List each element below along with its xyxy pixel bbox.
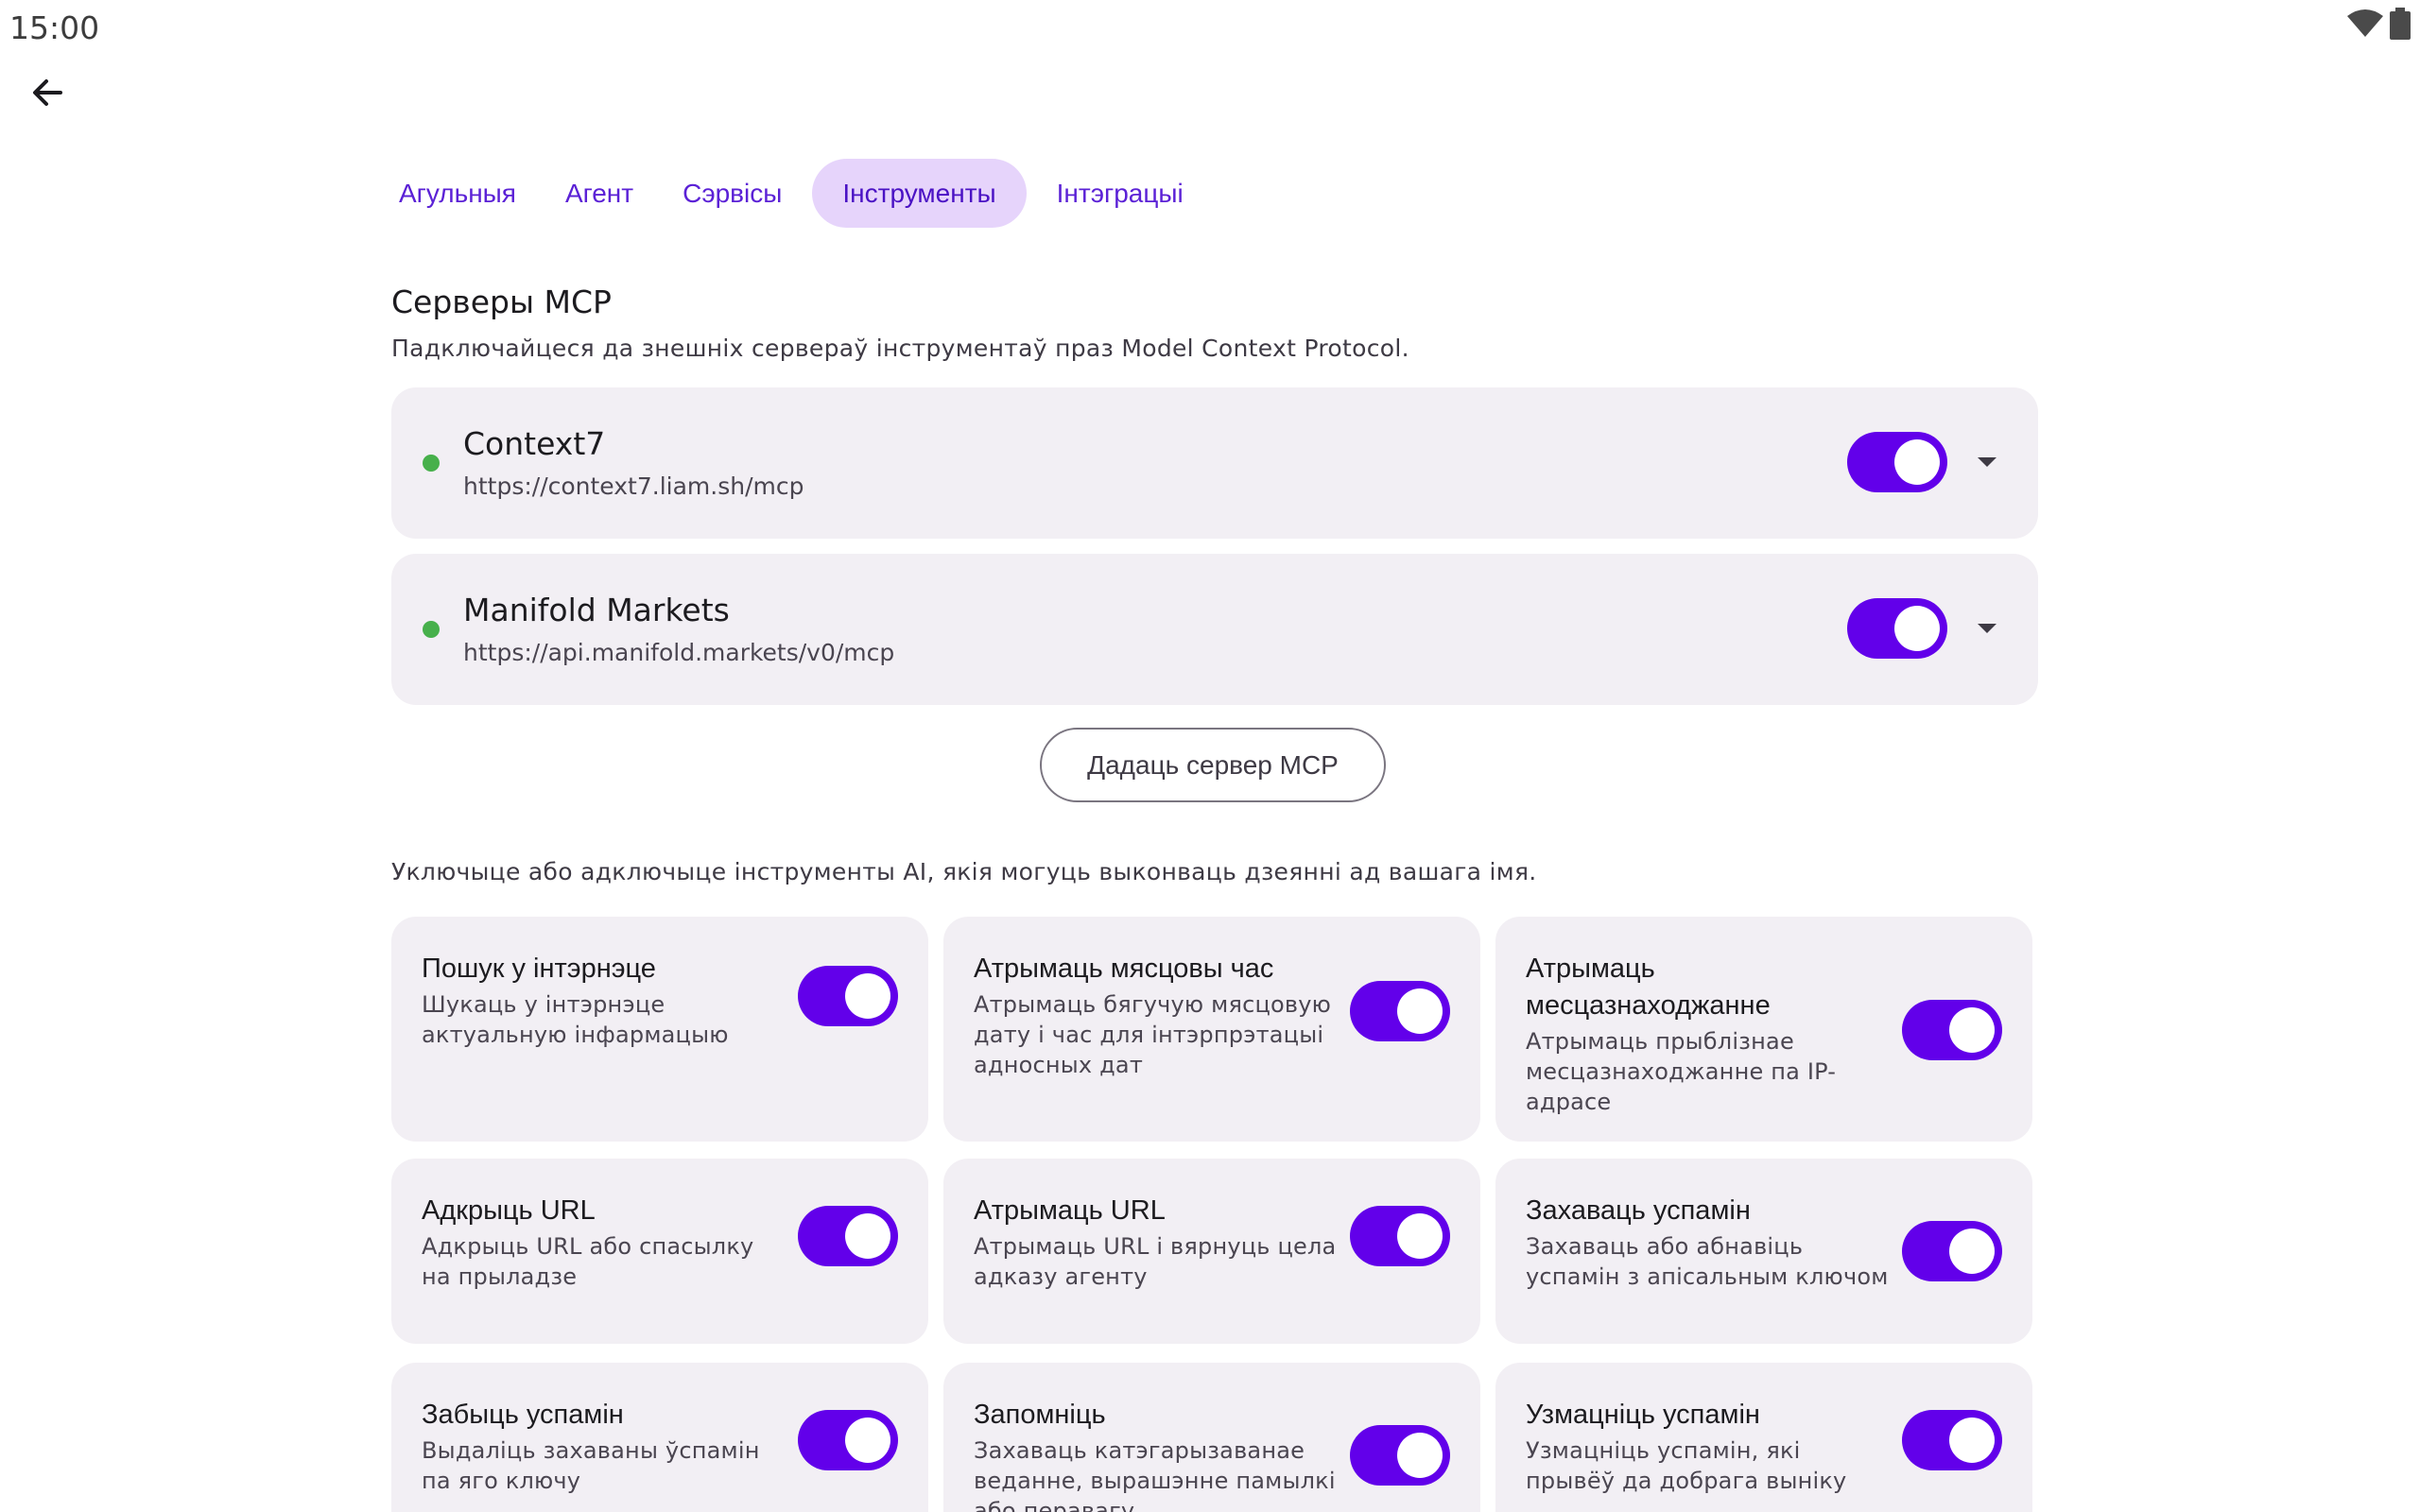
mcp-section-title: Серверы MCP [391, 284, 612, 320]
server-name: Manifold Markets [463, 592, 730, 628]
tool-title: Захаваць успамін [1526, 1195, 1751, 1226]
tool-toggle[interactable] [1902, 1221, 2002, 1281]
toggle-knob [845, 1213, 890, 1259]
status-icons [2346, 8, 2411, 40]
toggle-knob [845, 1418, 890, 1463]
tool-description: Шукаць у інтэрнэце актуальную інфармацыю [422, 991, 729, 1048]
toggle-knob [1397, 1213, 1443, 1259]
tool-title: Атрымаць мясцовы час [974, 954, 1274, 984]
server-enable-toggle[interactable] [1847, 432, 1947, 492]
tool-title: Пошук у інтэрнэце [422, 954, 656, 984]
tool-card-reinforce-memory: Узмацніць успамін Узмацніць успамін, які… [1495, 1363, 2032, 1512]
toggle-knob [1894, 439, 1940, 485]
toggle-knob [1949, 1228, 1995, 1274]
tool-toggle[interactable] [1902, 1000, 2002, 1060]
tab-general[interactable]: Агульныя [380, 159, 535, 228]
tool-description: Атрымаць URL і вярнуць цела адказу агент… [974, 1233, 1337, 1290]
tool-description: Захаваць або абнавіць успамін з апісальн… [1526, 1233, 1889, 1290]
tool-card-forget-memory: Забыць успамін Выдаліць захаваны ўспамін… [391, 1363, 928, 1512]
mcp-server-card-manifold[interactable]: Manifold Markets https://api.manifold.ma… [391, 554, 2038, 705]
tool-toggle[interactable] [1350, 981, 1450, 1041]
toggle-knob [1894, 606, 1940, 651]
toggle-knob [1397, 988, 1443, 1034]
tool-toggle[interactable] [1350, 1206, 1450, 1266]
tool-card-location: Атрымаць месцазнаходжанне Атрымаць прыбл… [1495, 917, 2032, 1142]
tool-title: Узмацніць успамін [1526, 1400, 1760, 1430]
arrow-left-icon [33, 79, 62, 106]
tool-description: Захаваць катэгарызаванае веданне, вырашэ… [974, 1437, 1336, 1512]
tool-description: Атрымаць бягучую мясцовую дату і час для… [974, 991, 1332, 1078]
tool-toggle[interactable] [798, 1410, 898, 1470]
tool-toggle[interactable] [1902, 1410, 2002, 1470]
status-bar: 15:00 [0, 0, 2420, 57]
expand-button[interactable] [1970, 446, 2004, 480]
tool-card-fetch-url: Атрымаць URL Атрымаць URL і вярнуць цела… [943, 1159, 1480, 1344]
dropdown-arrow-icon [1978, 457, 1996, 467]
tab-services[interactable]: Сэрвісы [664, 159, 801, 228]
server-status-dot [423, 621, 440, 638]
mcp-section-description: Падключайцеся да знешніх сервераў інстру… [391, 335, 1409, 362]
toggle-knob [845, 973, 890, 1019]
server-url: https://context7.liam.sh/mcp [463, 472, 804, 500]
toggle-knob [1949, 1007, 1995, 1053]
add-mcp-server-button[interactable]: Дадаць сервер MCP [1040, 728, 1386, 802]
tools-description: Уключыце або адключыце інструменты AI, я… [391, 858, 1537, 885]
tool-title: Атрымаць месцазнаходжанне [1526, 954, 1771, 1021]
tab-tools[interactable]: Інструменты [812, 159, 1027, 228]
server-enable-toggle[interactable] [1847, 598, 1947, 659]
tool-title: Адкрыць URL [422, 1195, 596, 1226]
tool-toggle[interactable] [798, 966, 898, 1026]
tool-card-local-time: Атрымаць мясцовы час Атрымаць бягучую мя… [943, 917, 1480, 1142]
status-time: 15:00 [9, 9, 100, 46]
tool-description: Узмацніць успамін, які прывёў да добрага… [1526, 1437, 1847, 1494]
server-url: https://api.manifold.markets/v0/mcp [463, 639, 895, 666]
server-status-dot [423, 455, 440, 472]
expand-button[interactable] [1970, 612, 2004, 646]
tool-title: Забыць успамін [422, 1400, 624, 1430]
tool-description: Атрымаць прыблізнае месцазнаходжанне па … [1526, 1028, 1837, 1115]
toggle-knob [1397, 1433, 1443, 1478]
tool-toggle[interactable] [1350, 1425, 1450, 1486]
server-name: Context7 [463, 425, 606, 462]
wifi-icon [2347, 9, 2383, 37]
tool-toggle[interactable] [798, 1206, 898, 1266]
dropdown-arrow-icon [1978, 624, 1996, 633]
tool-title: Атрымаць URL [974, 1195, 1166, 1226]
tool-description: Адкрыць URL або спасылку на прыладзе [422, 1233, 754, 1290]
tab-integrations[interactable]: Інтэграцыі [1038, 159, 1202, 228]
tool-title: Запомніць [974, 1400, 1106, 1430]
tool-card-open-url: Адкрыць URL Адкрыць URL або спасылку на … [391, 1159, 928, 1344]
battery-icon [2390, 8, 2411, 40]
toggle-knob [1949, 1418, 1995, 1463]
settings-tabs: Агульныя Агент Сэрвісы Інструменты Інтэг… [380, 159, 1202, 228]
back-button[interactable] [19, 64, 76, 121]
tool-card-save-memory: Захаваць успамін Захаваць або абнавіць у… [1495, 1159, 2032, 1344]
tab-agent[interactable]: Агент [546, 159, 652, 228]
tool-card-remember: Запомніць Захаваць катэгарызаванае ведан… [943, 1363, 1480, 1512]
tool-card-web-search: Пошук у інтэрнэце Шукаць у інтэрнэце акт… [391, 917, 928, 1142]
tool-description: Выдаліць захаваны ўспамін па яго ключу [422, 1437, 760, 1494]
mcp-server-card-context7[interactable]: Context7 https://context7.liam.sh/mcp [391, 387, 2038, 539]
